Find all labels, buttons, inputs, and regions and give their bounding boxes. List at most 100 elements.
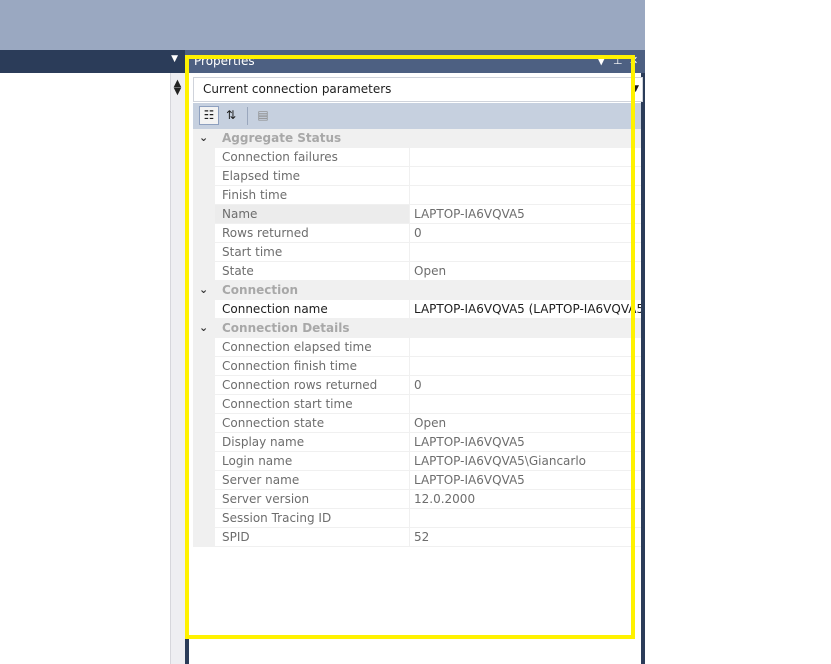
property-name-cell: Connection elapsed time xyxy=(215,338,410,357)
property-value-cell[interactable] xyxy=(410,167,641,186)
collapse-chevron-icon[interactable]: ⌄ xyxy=(199,131,208,144)
property-name-cell: Server version xyxy=(215,490,410,509)
property-value-cell[interactable]: 52 xyxy=(410,528,641,547)
property-value: Open xyxy=(414,416,447,430)
property-name-cell: Login name xyxy=(215,452,410,471)
property-name: Connection name xyxy=(222,302,328,316)
window-header-area xyxy=(0,0,645,50)
property-value-cell[interactable]: 0 xyxy=(410,224,641,243)
categorized-view-icon[interactable]: ☷ xyxy=(199,106,219,125)
property-value-cell[interactable]: LAPTOP-IA6VQVA5 xyxy=(410,471,641,490)
property-name: Connection failures xyxy=(222,150,338,164)
property-name-cell: Connection finish time xyxy=(215,357,410,376)
property-row[interactable]: Connection failures xyxy=(193,148,641,167)
row-gutter xyxy=(193,205,215,224)
close-icon[interactable]: ✕ xyxy=(629,54,638,67)
property-value: LAPTOP-IA6VQVA5 xyxy=(414,435,525,449)
collapse-chevron-icon[interactable]: ⌄ xyxy=(199,283,208,296)
property-row[interactable]: Connection name LAPTOP-IA6VQVA5 (LAPTOP-I… xyxy=(193,300,641,319)
property-value-cell[interactable]: Open xyxy=(410,262,641,281)
object-selector[interactable]: Current connection parameters ▼ xyxy=(193,77,643,102)
row-gutter xyxy=(193,186,215,205)
properties-title-bar: Properties ▼ ⊥ ✕ xyxy=(185,50,645,73)
vertical-scrollbar[interactable] xyxy=(170,73,186,664)
category-name: Connection Details xyxy=(222,321,350,335)
properties-pane: Properties ▼ ⊥ ✕ Current connection para… xyxy=(185,50,645,664)
property-name-cell: Connection name xyxy=(215,300,410,319)
property-name: State xyxy=(222,264,254,278)
row-gutter xyxy=(193,452,215,471)
alphabetical-sort-icon[interactable]: ⇅ xyxy=(221,106,241,125)
property-value-cell[interactable]: 0 xyxy=(410,376,641,395)
property-name-cell: Session Tracing ID xyxy=(215,509,410,528)
property-name-cell: Rows returned xyxy=(215,224,410,243)
pin-icon[interactable]: ⊥ xyxy=(613,54,623,67)
property-row[interactable]: Display name LAPTOP-IA6VQVA5 xyxy=(193,433,641,452)
property-name: Server version xyxy=(222,492,310,506)
property-row[interactable]: Rows returned 0 xyxy=(193,224,641,243)
property-row[interactable]: Server version 12.0.2000 xyxy=(193,490,641,509)
property-pages-icon[interactable]: ▤ xyxy=(253,106,273,125)
property-row[interactable]: Connection state Open xyxy=(193,414,641,433)
property-name: Elapsed time xyxy=(222,169,301,183)
row-gutter xyxy=(193,414,215,433)
property-name-cell: Connection failures xyxy=(215,148,410,167)
property-name-cell: Elapsed time xyxy=(215,167,410,186)
property-row[interactable]: Connection elapsed time xyxy=(193,338,641,357)
property-value: LAPTOP-IA6VQVA5 xyxy=(414,473,525,487)
property-value-cell[interactable] xyxy=(410,148,641,167)
property-row[interactable]: SPID 52 xyxy=(193,528,641,547)
property-grid: ⌄ Aggregate Status Connection failures Elap… xyxy=(193,129,641,664)
property-value-cell[interactable]: Open xyxy=(410,414,641,433)
dropdown-arrow-icon[interactable]: ▼ xyxy=(597,54,605,67)
property-value-cell[interactable] xyxy=(410,186,641,205)
property-value-cell[interactable] xyxy=(410,395,641,414)
row-gutter xyxy=(193,509,215,528)
property-row[interactable]: State Open xyxy=(193,262,641,281)
property-value: LAPTOP-IA6VQVA5 xyxy=(414,207,525,221)
property-row[interactable]: Connection finish time xyxy=(193,357,641,376)
property-value-cell[interactable] xyxy=(410,338,641,357)
property-row[interactable]: Server name LAPTOP-IA6VQVA5 xyxy=(193,471,641,490)
property-row[interactable]: Name LAPTOP-IA6VQVA5 xyxy=(193,205,641,224)
property-name: Connection finish time xyxy=(222,359,357,373)
category-row[interactable]: ⌄ Connection xyxy=(193,281,641,300)
property-name: Connection state xyxy=(222,416,325,430)
property-row[interactable]: Session Tracing ID xyxy=(193,509,641,528)
category-row[interactable]: ⌄ Connection Details xyxy=(193,319,641,338)
property-row[interactable]: Connection rows returned 0 xyxy=(193,376,641,395)
property-name: Connection rows returned xyxy=(222,378,378,392)
property-value-cell[interactable] xyxy=(410,509,641,528)
split-handle-icon[interactable]: ▲ ▼ xyxy=(171,79,184,97)
category-name: Connection xyxy=(222,283,299,297)
property-row[interactable]: Login name LAPTOP-IA6VQVA5\Giancarlo xyxy=(193,452,641,471)
property-value-cell[interactable] xyxy=(410,357,641,376)
row-gutter xyxy=(193,395,215,414)
property-value-cell[interactable]: LAPTOP-IA6VQVA5 (LAPTOP-IA6VQVA5\Gia xyxy=(410,300,641,319)
property-name-cell: Connection rows returned xyxy=(215,376,410,395)
row-gutter xyxy=(193,167,215,186)
property-name: Start time xyxy=(222,245,283,259)
property-value-cell[interactable]: 12.0.2000 xyxy=(410,490,641,509)
tab-dropdown-icon[interactable]: ▼ xyxy=(171,54,178,64)
document-area xyxy=(0,73,170,664)
property-value-cell[interactable]: LAPTOP-IA6VQVA5\Giancarlo xyxy=(410,452,641,471)
property-row[interactable]: Connection start time xyxy=(193,395,641,414)
property-value-cell[interactable]: LAPTOP-IA6VQVA5 xyxy=(410,433,641,452)
row-gutter xyxy=(193,433,215,452)
row-gutter xyxy=(193,338,215,357)
category-row[interactable]: ⌄ Aggregate Status xyxy=(193,129,641,148)
property-row[interactable]: Start time xyxy=(193,243,641,262)
chevron-down-icon[interactable]: ▼ xyxy=(632,84,639,94)
property-name: Session Tracing ID xyxy=(222,511,332,525)
property-value-cell[interactable]: LAPTOP-IA6VQVA5 xyxy=(410,205,641,224)
property-name: Server name xyxy=(222,473,300,487)
property-row[interactable]: Finish time xyxy=(193,186,641,205)
collapse-chevron-icon[interactable]: ⌄ xyxy=(199,321,208,334)
row-gutter xyxy=(193,490,215,509)
property-value: LAPTOP-IA6VQVA5\Giancarlo xyxy=(414,454,587,468)
property-row[interactable]: Elapsed time xyxy=(193,167,641,186)
property-value: Open xyxy=(414,264,447,278)
property-name-cell: Server name xyxy=(215,471,410,490)
property-value-cell[interactable] xyxy=(410,243,641,262)
